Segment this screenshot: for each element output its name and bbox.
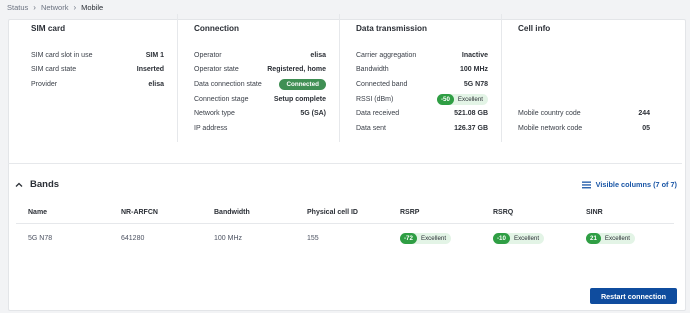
info-value: 5G (SA)	[300, 110, 326, 118]
summary-columns: SIM card SIM card slot in use SIM 1 SIM c…	[15, 14, 681, 142]
info-value: 126.37 GB	[454, 124, 488, 132]
info-key: SIM card state	[31, 66, 77, 74]
sim-card-section: SIM card SIM card slot in use SIM 1 SIM c…	[15, 14, 177, 142]
info-row: Provider elisa	[31, 77, 164, 92]
band-name: 5G N78	[28, 235, 53, 242]
info-value: Inserted	[136, 66, 164, 74]
info-row: Mobile country code 244	[518, 106, 650, 121]
signal-quality: Excellent	[604, 235, 630, 242]
band-pci: 155	[307, 235, 319, 242]
signal-value: 21	[586, 233, 601, 244]
info-row: Data connection state Connected	[194, 77, 326, 92]
info-value: elisa	[310, 51, 326, 59]
visible-columns-button[interactable]: Visible columns (7 of 7)	[581, 180, 677, 189]
table-row: 5G N78 641280 100 MHz 155 -72 Excellent -…	[28, 233, 668, 244]
signal-value: -50	[436, 93, 454, 105]
info-row: Operator state Registered, home	[194, 63, 326, 78]
info-value: 100 MHz	[459, 66, 488, 74]
info-key: Data received	[356, 110, 400, 118]
info-key: Connection stage	[194, 95, 249, 103]
column-header[interactable]: RSRQ	[493, 209, 586, 216]
info-key: Provider	[31, 80, 58, 88]
info-key: Data connection state	[194, 80, 262, 88]
info-row: SIM card state Inserted	[31, 63, 164, 78]
breadcrumb: Status › Network › Mobile	[7, 3, 103, 12]
info-key: Connected band	[356, 80, 408, 88]
signal-quality: Excellent	[513, 235, 540, 242]
info-row: Network type 5G (SA)	[194, 106, 326, 121]
cell-info-section: Cell info Mobile country code 244 Mobile …	[501, 14, 663, 142]
rsrq-badge: -10 Excellent	[493, 233, 545, 244]
breadcrumb-status[interactable]: Status	[7, 3, 28, 12]
status-badge: Connected	[279, 78, 326, 90]
bands-toggle[interactable]: Bands	[14, 179, 59, 190]
info-value: Setup complete	[273, 95, 326, 103]
info-row: RSSI (dBm) -50 Excellent	[356, 92, 488, 107]
rsrp-badge: -72 Excellent	[400, 233, 452, 244]
info-row: Connection stage Setup complete	[194, 92, 326, 107]
info-value: elisa	[148, 80, 164, 88]
section-title: Cell info	[518, 24, 551, 33]
info-value: 244	[638, 110, 650, 118]
sinr-badge: 21 Excellent	[586, 233, 635, 244]
info-row: Bandwidth 100 MHz	[356, 63, 488, 78]
info-row: Carrier aggregation Inactive	[356, 48, 488, 63]
column-header[interactable]: RSRP	[400, 209, 493, 216]
columns-icon	[581, 181, 591, 188]
signal-value: -72	[400, 233, 417, 244]
info-key: IP address	[194, 124, 228, 132]
restart-connection-button[interactable]: Restart connection	[590, 288, 677, 304]
column-header[interactable]: Name	[28, 209, 121, 216]
info-value: 5G N78	[463, 80, 488, 88]
connection-section: Connection Operator elisa Operator state R…	[177, 14, 339, 142]
info-row: Mobile network code 05	[518, 121, 650, 136]
signal-value: -10	[493, 233, 510, 244]
info-key: SIM card slot in use	[31, 51, 93, 59]
info-key: Carrier aggregation	[356, 51, 417, 59]
data-transmission-section: Data transmission Carrier aggregation Ina…	[339, 14, 501, 142]
column-header[interactable]: SINR	[586, 209, 668, 216]
breadcrumb-network[interactable]: Network	[41, 3, 69, 12]
bands-table-header: Name NR-ARFCN Bandwidth Physical cell ID…	[28, 209, 668, 216]
info-row: Operator elisa	[194, 48, 326, 63]
breadcrumb-mobile: Mobile	[81, 3, 104, 12]
info-row: Connected band 5G N78	[356, 77, 488, 92]
divider	[16, 223, 674, 224]
section-title: Data transmission	[356, 24, 427, 33]
signal-quality: Excellent	[457, 95, 483, 103]
visible-columns-label: Visible columns (7 of 7)	[595, 180, 677, 189]
info-value: 521.08 GB	[454, 110, 488, 118]
column-header[interactable]: NR-ARFCN	[121, 209, 214, 216]
info-key: Operator state	[194, 66, 239, 74]
info-key: Operator	[194, 51, 222, 59]
info-value: SIM 1	[145, 51, 164, 59]
column-header[interactable]: Physical cell ID	[307, 209, 400, 216]
signal-quality: Excellent	[420, 235, 447, 242]
band-bandwidth: 100 MHz	[214, 235, 243, 242]
info-value: Inactive	[461, 51, 488, 59]
column-header[interactable]: Bandwidth	[214, 209, 307, 216]
info-value: Registered, home	[267, 66, 326, 74]
info-key: Network type	[194, 110, 235, 118]
info-key: Mobile network code	[518, 124, 583, 132]
chevron-right-icon: ›	[33, 3, 36, 12]
info-row: SIM card slot in use SIM 1	[31, 48, 164, 63]
info-row: Data sent 126.37 GB	[356, 121, 488, 136]
bands-title: Bands	[30, 179, 60, 190]
rssi-signal-badge: -50 Excellent	[436, 93, 488, 105]
chevron-up-icon	[15, 182, 23, 187]
section-title: Connection	[194, 24, 240, 33]
divider	[8, 163, 682, 164]
info-key: Mobile country code	[518, 110, 581, 118]
info-key: Data sent	[356, 124, 386, 132]
section-title: SIM card	[31, 24, 66, 33]
info-value: 05	[642, 124, 650, 132]
info-key: Bandwidth	[356, 66, 389, 74]
band-arfcn: 641280	[121, 235, 145, 242]
info-row: IP address	[194, 121, 326, 136]
info-key: RSSI (dBm)	[356, 95, 394, 103]
chevron-right-icon: ›	[73, 3, 77, 12]
info-row: Data received 521.08 GB	[356, 106, 488, 121]
